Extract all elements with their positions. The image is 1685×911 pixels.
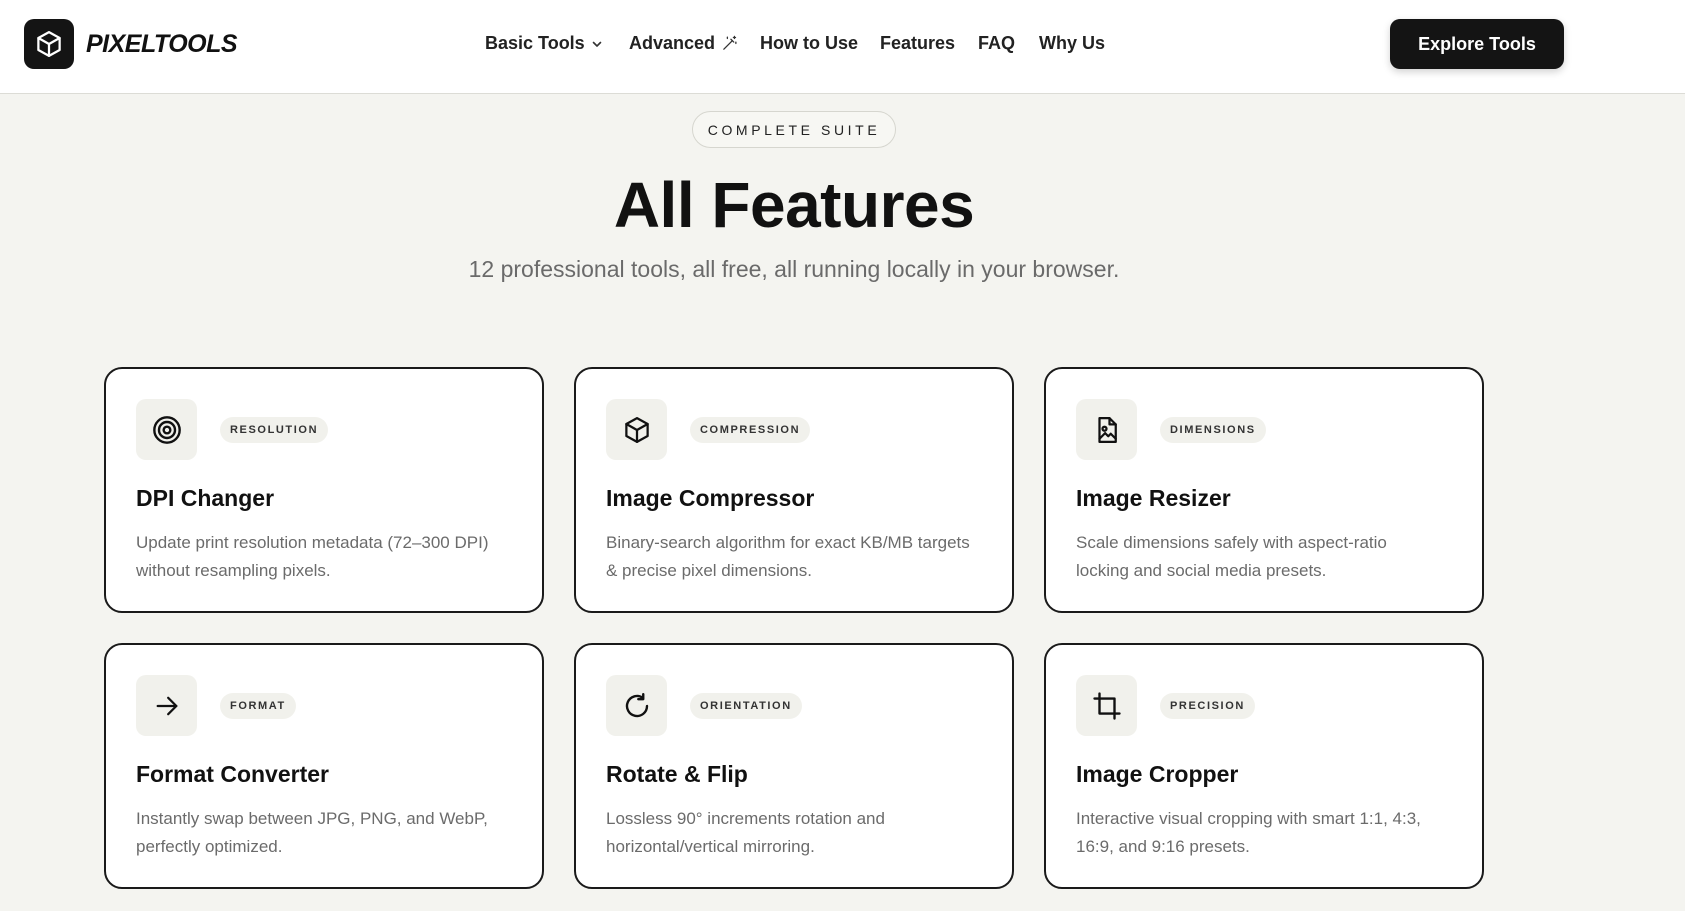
feature-description-line: horizontal/vertical mirroring. [606, 837, 815, 856]
feature-description: Scale dimensions safely with aspect-rati… [1076, 529, 1456, 585]
feature-card-rotate-flip[interactable]: ORIENTATION Rotate & Flip Lossless 90° i… [574, 643, 1014, 889]
chevron-down-icon [592, 41, 602, 47]
target-icon [136, 399, 197, 460]
feature-card-image-cropper[interactable]: PRECISION Image Cropper Interactive visu… [1044, 643, 1484, 889]
feature-title: DPI Changer [136, 485, 275, 511]
feature-description-line: Instantly swap between JPG, PNG, and Web… [136, 809, 488, 828]
image-file-icon [1076, 399, 1137, 460]
feature-title: Format Converter [136, 761, 329, 787]
nav-why-us-label: Why Us [1039, 33, 1106, 53]
feature-tag: ORIENTATION [690, 693, 802, 719]
feature-card-dpi-changer[interactable]: RESOLUTION DPI Changer Update print reso… [104, 367, 544, 613]
feature-title: Image Resizer [1076, 485, 1231, 511]
feature-description: Interactive visual cropping with smart 1… [1076, 805, 1456, 861]
page-subtitle: 12 professional tools, all free, all run… [468, 256, 1120, 282]
logo-cube-icon[interactable] [24, 19, 74, 69]
feature-card-format-converter[interactable]: FORMAT Format Converter Instantly swap b… [104, 643, 544, 889]
nav-advanced[interactable]: Advanced [629, 33, 738, 54]
feature-description-line: Binary-search algorithm for exact KB/MB … [606, 533, 970, 552]
feature-description: Lossless 90° increments rotation and hor… [606, 805, 986, 861]
feature-card-image-compressor[interactable]: COMPRESSION Image Compressor Binary-sear… [574, 367, 1014, 613]
feature-description: Binary-search algorithm for exact KB/MB … [606, 529, 986, 585]
feature-card-image-resizer[interactable]: DIMENSIONS Image Resizer Scale dimension… [1044, 367, 1484, 613]
magic-wand-icon [723, 35, 737, 50]
feature-description-line: perfectly optimized. [136, 837, 283, 856]
feature-tag: COMPRESSION [690, 417, 811, 443]
feature-title: Rotate & Flip [606, 761, 748, 787]
cube-icon [606, 399, 667, 460]
nav-how-to-use-label: How to Use [760, 33, 859, 53]
nav-features[interactable]: Features [880, 33, 955, 54]
feature-description: Update print resolution metadata (72–300… [136, 529, 516, 585]
nav-advanced-label: Advanced [629, 33, 716, 53]
feature-title: Image Cropper [1076, 761, 1239, 787]
brand-name[interactable]: PIXELTOOLS [86, 30, 238, 59]
crop-icon [1076, 675, 1137, 736]
section-badge: COMPLETE SUITE [692, 111, 896, 148]
rotate-icon [606, 675, 667, 736]
feature-description: Instantly swap between JPG, PNG, and Web… [136, 805, 516, 861]
feature-description-line: Interactive visual cropping with smart 1… [1076, 809, 1421, 828]
feature-tag: RESOLUTION [220, 417, 329, 443]
feature-description-line: Scale dimensions safely with aspect-rati… [1076, 533, 1387, 552]
arrow-right-icon [136, 675, 197, 736]
feature-tag: PRECISION [1160, 693, 1255, 719]
nav-why-us[interactable]: Why Us [1039, 33, 1105, 54]
feature-description-line: 16:9, and 9:16 presets. [1076, 837, 1250, 856]
page-title: All Features [613, 169, 975, 241]
site-header: PIXELTOOLS Basic Tools Advanced How to U… [0, 0, 1685, 94]
feature-description-line: without resampling pixels. [136, 561, 331, 580]
nav-faq-label: FAQ [978, 33, 1016, 53]
feature-tag: DIMENSIONS [1160, 417, 1266, 443]
feature-tag: FORMAT [220, 693, 296, 719]
feature-description-line: & precise pixel dimensions. [606, 561, 812, 580]
explore-tools-button[interactable]: Explore Tools [1390, 19, 1564, 69]
feature-description-line: Update print resolution metadata (72–300… [136, 533, 489, 552]
feature-description-line: Lossless 90° increments rotation and [606, 809, 885, 828]
feature-description-line: locking and social media presets. [1076, 561, 1327, 580]
nav-basic-tools[interactable]: Basic Tools [485, 33, 603, 54]
nav-faq[interactable]: FAQ [978, 33, 1015, 54]
feature-title: Image Compressor [606, 485, 815, 511]
nav-features-label: Features [880, 33, 956, 53]
nav-basic-tools-label: Basic Tools [485, 33, 585, 53]
nav-how-to-use[interactable]: How to Use [760, 33, 858, 54]
